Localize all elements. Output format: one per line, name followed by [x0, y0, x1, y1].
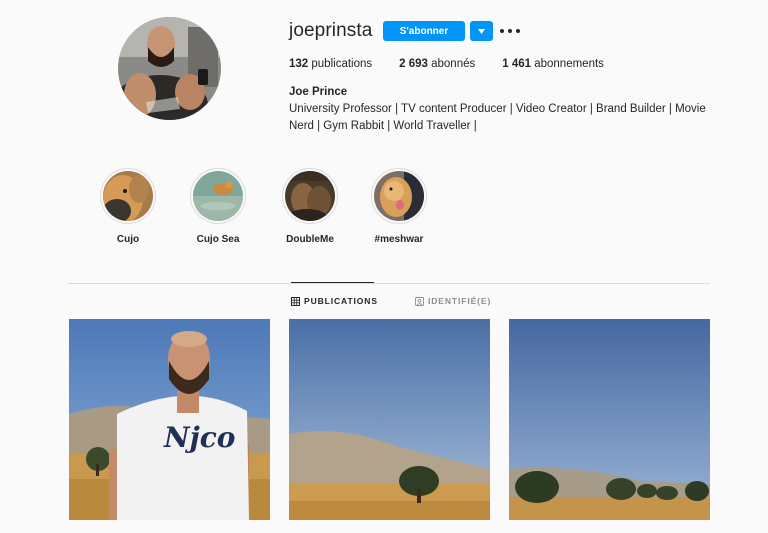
highlight-ring [282, 168, 338, 224]
following-label: abonnements [534, 58, 604, 70]
tabs-divider [68, 283, 710, 284]
svg-text:Njco: Njco [163, 421, 235, 454]
highlight-cover [103, 171, 153, 221]
highlight-ring [190, 168, 246, 224]
followers-label: abonnés [431, 58, 476, 70]
highlight-meshwar[interactable]: #meshwar [359, 168, 439, 245]
posts-count: 132 [289, 58, 309, 70]
post-thumbnail[interactable]: Njco [69, 319, 270, 520]
followers-count: 2 693 [399, 58, 428, 70]
tagged-user-icon [415, 296, 424, 306]
suggested-accounts-button[interactable] [470, 21, 493, 41]
highlight-cujo[interactable]: Cujo [88, 168, 168, 245]
chevron-down-icon [478, 28, 485, 34]
post-thumbnail[interactable] [289, 319, 490, 520]
tab-tagged[interactable]: IDENTIFIÉ(E) [415, 296, 491, 306]
profile-bio: University Professor | TV content Produc… [289, 101, 709, 135]
grid-icon [291, 296, 300, 306]
highlight-cover [374, 171, 424, 221]
follow-button[interactable]: S'abonner [383, 21, 465, 41]
profile-stats: 132 publications 2 693 abonnés 1 461 abo… [289, 58, 631, 70]
highlight-cover [285, 171, 335, 221]
more-dot [516, 29, 520, 33]
following-stat[interactable]: 1 461 abonnements [502, 58, 604, 70]
story-highlights: Cujo Cujo Sea DoubleMe #meshwar [0, 168, 768, 248]
bio-line: Nerd | Gym Rabbit | World Traveller | [289, 120, 477, 132]
more-options-icon[interactable] [500, 25, 520, 37]
tab-label: PUBLICATIONS [304, 296, 378, 306]
highlight-ring [100, 168, 156, 224]
post-thumbnail[interactable] [509, 319, 710, 520]
profile-username: joeprinsta [289, 20, 373, 41]
tab-publications[interactable]: PUBLICATIONS [291, 296, 378, 306]
posts-stat: 132 publications [289, 58, 372, 70]
highlight-label: #meshwar [374, 234, 424, 245]
posts-label: publications [311, 58, 373, 70]
highlight-label: Cujo [116, 234, 140, 245]
highlight-label: Cujo Sea [196, 234, 240, 245]
highlight-label: DoubleMe [286, 234, 334, 245]
highlight-cujo-sea[interactable]: Cujo Sea [178, 168, 258, 245]
tab-label: IDENTIFIÉ(E) [428, 296, 492, 306]
bio-line: University Professor | TV content Produc… [289, 103, 706, 115]
more-dot [500, 29, 504, 33]
followers-stat[interactable]: 2 693 abonnés [399, 58, 475, 70]
following-count: 1 461 [502, 58, 532, 70]
profile-avatar[interactable] [118, 17, 221, 120]
highlight-cover [193, 171, 243, 221]
more-dot [508, 29, 512, 33]
highlight-ring [371, 168, 427, 224]
active-tab-indicator [291, 282, 374, 283]
profile-full-name: Joe Prince [289, 86, 348, 98]
highlight-doubleme[interactable]: DoubleMe [270, 168, 350, 245]
